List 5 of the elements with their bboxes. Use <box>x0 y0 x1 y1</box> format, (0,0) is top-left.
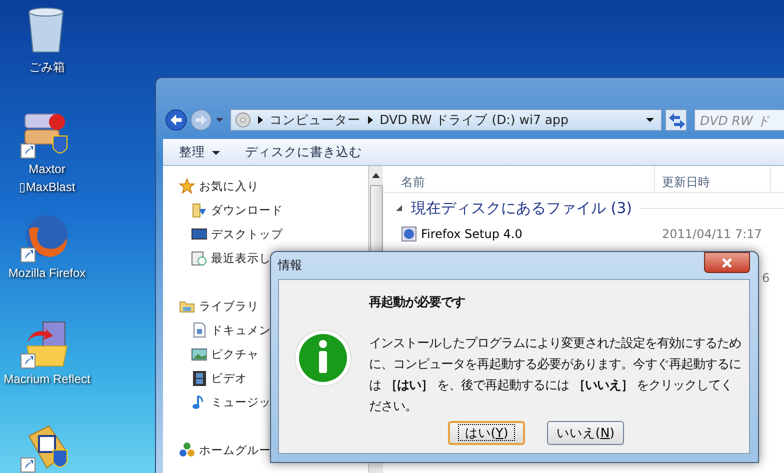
file-date: 2011/04/11 7:17 <box>661 227 762 241</box>
dialog-title: 情報 <box>278 257 302 274</box>
dialog-message: インストールしたプログラムにより変更された設定を有効にするために、コンピュータを再起動する必要があります。今すぐ再起動するには ［はい］ を、後で再起動するには ［いいえ］ をクリックしてください。 <box>369 335 741 415</box>
dialog-heading: 再起動が必要です <box>369 294 466 311</box>
file-date: 6 <box>761 271 770 285</box>
